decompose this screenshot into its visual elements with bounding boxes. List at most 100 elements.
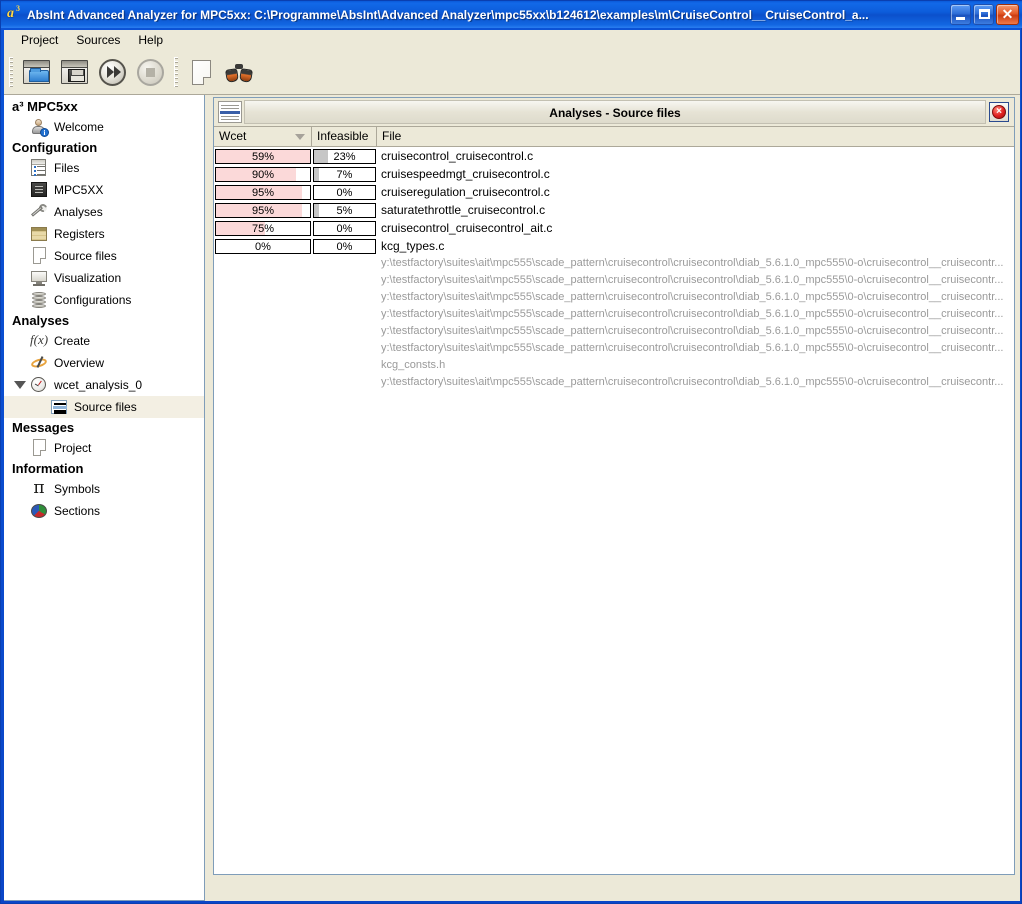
- find-button[interactable]: [220, 53, 258, 91]
- sidebar-item-label: Welcome: [54, 120, 104, 134]
- minimize-icon: [956, 17, 965, 20]
- table-row[interactable]: 59% 23% cruisecontrol_cruisecontrol.c: [214, 147, 1014, 165]
- wcet-value: 75%: [251, 222, 275, 235]
- window-controls: ✕: [950, 4, 1022, 25]
- wcet-value: 0%: [255, 240, 271, 253]
- infeasible-progress-bar: 7%: [313, 166, 376, 182]
- sidebar-item-create[interactable]: f(x) Create: [4, 330, 204, 352]
- monitor-icon: [30, 269, 48, 287]
- wcet-progress-bar: 90%: [215, 166, 311, 182]
- app-logo-icon: a 3: [5, 4, 24, 24]
- save-project-icon: [60, 60, 88, 84]
- cell-file: saturatethrottle_cruisecontrol.c: [381, 203, 546, 217]
- column-header-file[interactable]: File: [377, 127, 1014, 147]
- window-frame: a 3 AbsInt Advanced Analyzer for MPC5xx:…: [0, 0, 1022, 904]
- table-row[interactable]: 75% 0% cruisecontrol_cruisecontrol_ait.c: [214, 219, 1014, 237]
- tree-group-configuration: Configuration: [12, 140, 98, 155]
- sidebar-item-label: Symbols: [54, 482, 101, 496]
- infeasible-progress-bar: 0%: [313, 220, 376, 236]
- file-path-row: y:\testfactory\suites\ait\mpc555\scade_p…: [381, 274, 1004, 286]
- sidebar-tree: a³ MPC5xx i Welcome Configuration Files …: [4, 95, 205, 901]
- cell-infeasible: 7%: [312, 166, 377, 182]
- sidebar-item-sections[interactable]: Sections: [4, 500, 204, 522]
- sidebar-item-wcet-analysis-0[interactable]: wcet_analysis_0: [4, 374, 204, 396]
- sidebar-item-label: Source files: [74, 400, 137, 414]
- save-project-button[interactable]: [55, 53, 93, 91]
- infeasible-value: 7%: [336, 168, 353, 181]
- cell-infeasible: 0%: [312, 184, 377, 200]
- sidebar-item-visualization[interactable]: Visualization: [4, 267, 204, 289]
- wcet-value: 90%: [251, 168, 275, 181]
- column-header-label: Infeasible: [317, 129, 369, 143]
- menu-bar: Project Sources Help: [4, 30, 1020, 50]
- toolbar-grip-2[interactable]: [174, 57, 178, 87]
- infeasible-progress-bar: 23%: [313, 148, 376, 164]
- sidebar-item-welcome[interactable]: i Welcome: [4, 116, 204, 138]
- sidebar-item-source-files-analysis[interactable]: Source files: [4, 396, 204, 418]
- list-icon: [50, 398, 68, 416]
- folder-icon: [28, 68, 49, 82]
- sidebar-splitter[interactable]: [205, 95, 213, 901]
- tree-group-analyses: Analyses: [12, 313, 70, 328]
- cell-infeasible: 0%: [312, 238, 377, 254]
- table-view-icon: [218, 101, 242, 123]
- toolbar: [4, 50, 1020, 95]
- table-row[interactable]: 95% 5% saturatethrottle_cruisecontrol.c: [214, 201, 1014, 219]
- files-icon: [30, 159, 48, 177]
- sidebar-item-mpc5xx[interactable]: MPC5XX: [4, 179, 204, 201]
- menu-project[interactable]: Project: [12, 31, 67, 49]
- sidebar-item-configurations[interactable]: Configurations: [4, 289, 204, 311]
- cell-wcet: 75%: [214, 220, 312, 236]
- sidebar-item-label: Analyses: [54, 205, 103, 219]
- pi-icon: π: [33, 478, 45, 498]
- stop-analysis-button[interactable]: [131, 53, 169, 91]
- cell-wcet: 95%: [214, 184, 312, 200]
- table-row[interactable]: 0% 0% kcg_types.c: [214, 237, 1014, 255]
- column-header-wcet[interactable]: Wcet: [214, 127, 312, 147]
- infeasible-value: 0%: [336, 240, 353, 253]
- sidebar-item-overview[interactable]: Overview: [4, 352, 204, 374]
- title-bar: a 3 AbsInt Advanced Analyzer for MPC5xx:…: [1, 1, 1022, 28]
- page-icon: [191, 59, 211, 85]
- document-icon: [30, 439, 48, 457]
- chip-icon: [30, 181, 48, 199]
- sidebar-item-files[interactable]: Files: [4, 157, 204, 179]
- sidebar-item-project-messages[interactable]: Project: [4, 437, 204, 459]
- open-project-button[interactable]: [17, 53, 55, 91]
- sidebar-item-source-files-config[interactable]: Source files: [4, 245, 204, 267]
- toolbar-group-edit: [169, 50, 258, 94]
- menu-sources[interactable]: Sources: [67, 31, 129, 49]
- new-file-button[interactable]: [182, 53, 220, 91]
- run-analysis-button[interactable]: [93, 53, 131, 91]
- window-title: AbsInt Advanced Analyzer for MPC5xx: C:\…: [27, 7, 869, 22]
- sidebar-item-symbols[interactable]: π Symbols: [4, 478, 204, 500]
- application-window: a 3 AbsInt Advanced Analyzer for MPC5xx:…: [0, 0, 1022, 904]
- panel-close-button[interactable]: ×: [989, 102, 1009, 122]
- table-row[interactable]: 90% 7% cruisespeedmgt_cruisecontrol.c: [214, 165, 1014, 183]
- toolbar-grip[interactable]: [9, 57, 13, 87]
- fx-icon: f(x): [30, 332, 49, 347]
- binoculars-icon: [225, 62, 253, 83]
- maximize-button[interactable]: [973, 4, 994, 25]
- menu-help[interactable]: Help: [129, 31, 172, 49]
- wcet-value: 95%: [251, 204, 275, 217]
- overview-icon: [30, 354, 48, 372]
- minimize-button[interactable]: [950, 4, 971, 25]
- file-path-row: y:\testfactory\suites\ait\mpc555\scade_p…: [381, 376, 1004, 388]
- cell-infeasible: 5%: [312, 202, 377, 218]
- panel-header: Analyses - Source files ×: [214, 98, 1014, 126]
- file-path-row: y:\testfactory\suites\ait\mpc555\scade_p…: [381, 325, 1004, 337]
- file-path-row: y:\testfactory\suites\ait\mpc555\scade_p…: [381, 257, 1004, 269]
- column-header-infeasible[interactable]: Infeasible: [312, 127, 377, 147]
- expand-collapse-arrow-icon[interactable]: [14, 381, 26, 389]
- table-row[interactable]: 95% 0% cruiseregulation_cruisecontrol.c: [214, 183, 1014, 201]
- sidebar-item-analyses-config[interactable]: Analyses: [4, 201, 204, 223]
- maximize-icon: [979, 9, 990, 19]
- wcet-progress-bar: 0%: [215, 238, 311, 254]
- cell-wcet: 0%: [214, 238, 312, 254]
- sort-descending-icon: [295, 134, 305, 140]
- close-button[interactable]: ✕: [996, 4, 1019, 25]
- floppy-icon: [67, 69, 85, 82]
- sidebar-item-label: Registers: [54, 227, 105, 241]
- sidebar-item-registers[interactable]: Registers: [4, 223, 204, 245]
